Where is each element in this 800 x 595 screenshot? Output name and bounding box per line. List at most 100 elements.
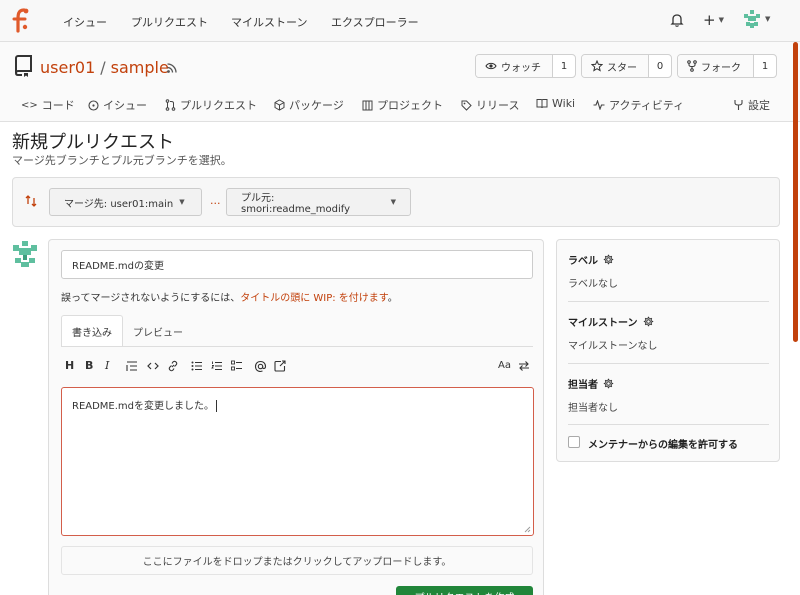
tab-issues[interactable]: イシュー	[88, 97, 147, 113]
pr-title-input[interactable]	[61, 250, 533, 279]
star-icon	[591, 60, 603, 72]
assignee-value: 担当者なし	[568, 403, 618, 414]
text-cursor	[216, 400, 218, 412]
nav-explore[interactable]: エクスプローラー	[331, 14, 419, 30]
gear-icon[interactable]	[603, 254, 614, 265]
watch-label: ウォッチ	[501, 62, 541, 74]
milestone-heading-text: マイルストーン	[568, 318, 638, 329]
quote-icon[interactable]	[126, 360, 138, 372]
wip-hint-link[interactable]: タイトルの頭に WIP: を付けます	[240, 293, 388, 304]
create-pr-button[interactable]: プルリクエストを作成	[396, 586, 533, 595]
tab-wiki-label: Wiki	[552, 97, 576, 110]
top-navbar: イシュー プルリクエスト マイルストーン エクスプローラー + ▼ ▼	[0, 0, 800, 42]
code-icon[interactable]	[147, 360, 159, 372]
labels-value: ラベルなし	[568, 279, 618, 290]
page-title: 新規プルリクエスト	[12, 132, 174, 153]
tab-activity-label: アクティビティ	[609, 99, 685, 112]
tab-preview[interactable]: プレビュー	[133, 324, 183, 339]
star-button-group[interactable]: スター 0	[581, 54, 672, 78]
cross-reference-icon[interactable]	[274, 360, 286, 372]
tab-pulls[interactable]: プルリクエスト	[165, 97, 257, 113]
nav-milestones[interactable]: マイルストーン	[231, 14, 307, 30]
rss-icon[interactable]	[166, 62, 178, 74]
tab-write[interactable]: 書き込み	[61, 315, 123, 347]
italic-icon[interactable]: I	[105, 359, 109, 372]
eye-icon	[485, 61, 497, 71]
wip-hint-prefix: 誤ってマージされないようにするには、	[61, 293, 241, 304]
pull-request-form: 誤ってマージされないようにするには、タイトルの頭に WIP: を付けます。 書き…	[48, 239, 544, 595]
fork-button-group[interactable]: フォーク 1	[677, 54, 777, 78]
project-icon	[362, 100, 373, 111]
file-dropzone[interactable]: ここにファイルをドロップまたはクリックしてアップロードします。	[61, 546, 533, 575]
tab-packages[interactable]: パッケージ	[274, 97, 344, 113]
tab-code[interactable]: <> コード	[21, 97, 75, 113]
fork-button[interactable]: フォーク	[678, 55, 754, 77]
head-branch-select[interactable]: プル元: smori:readme_modify ▼	[226, 188, 411, 216]
allow-edits-checkbox[interactable]	[568, 436, 580, 448]
gitea-logo[interactable]	[10, 7, 32, 33]
page-scrollbar[interactable]	[793, 42, 798, 342]
pr-body-textarea[interactable]: README.mdを変更しました。	[61, 387, 534, 536]
tab-releases[interactable]: リリース	[461, 97, 519, 113]
tab-releases-label: リリース	[476, 99, 520, 112]
repo-separator: /	[100, 58, 106, 77]
tab-code-label: コード	[41, 99, 75, 112]
pulse-icon	[593, 100, 605, 110]
tab-wiki[interactable]: Wiki	[536, 97, 575, 110]
branch-compare-bar: マージ先: user01:main ▼ ... プル元: smori:readm…	[12, 177, 780, 227]
issue-icon	[88, 99, 99, 111]
labels-heading[interactable]: ラベル	[568, 252, 614, 267]
avatar	[11, 240, 39, 268]
bold-icon[interactable]: B	[85, 359, 93, 372]
chevron-down-icon: ▼	[765, 15, 771, 23]
fork-count[interactable]: 1	[754, 55, 776, 77]
compare-arrows-icon[interactable]	[25, 194, 37, 208]
avatar-icon	[742, 9, 762, 29]
tasklist-icon[interactable]	[231, 360, 243, 372]
create-menu[interactable]: + ▼	[703, 11, 724, 29]
nav-issues[interactable]: イシュー	[63, 14, 107, 30]
markdown-toolbar: H B I Aa	[61, 358, 533, 378]
gear-icon[interactable]	[643, 316, 654, 327]
wip-hint-suffix: 。	[387, 293, 398, 304]
mention-icon[interactable]	[254, 360, 267, 373]
tab-projects[interactable]: プロジェクト	[362, 97, 443, 113]
repo-name-link[interactable]: sample	[111, 58, 169, 77]
link-icon[interactable]	[167, 360, 179, 372]
user-menu[interactable]: ▼	[742, 9, 770, 29]
tab-issues-label: イシュー	[103, 99, 147, 112]
unordered-list-icon[interactable]	[191, 360, 203, 372]
tab-divider	[61, 346, 533, 347]
star-count[interactable]: 0	[649, 55, 671, 77]
base-branch-select[interactable]: マージ先: user01:main ▼	[49, 188, 202, 216]
wip-hint: 誤ってマージされないようにするには、タイトルの頭に WIP: を付けます。	[61, 289, 398, 304]
gear-icon[interactable]	[603, 378, 614, 389]
allow-edits-label[interactable]: メンテナーからの編集を許可する	[588, 436, 738, 451]
head-branch-label: プル元: smori:readme_modify	[241, 193, 350, 215]
resize-handle-icon[interactable]	[524, 526, 531, 533]
watch-button[interactable]: ウォッチ	[476, 55, 553, 77]
book-icon	[536, 98, 548, 109]
watch-count[interactable]: 1	[553, 55, 575, 77]
monospace-toggle[interactable]: Aa	[498, 360, 511, 371]
star-button[interactable]: スター	[582, 55, 649, 77]
package-icon	[274, 99, 285, 111]
milestone-heading[interactable]: マイルストーン	[568, 314, 654, 329]
bell-icon[interactable]	[670, 12, 684, 28]
ordered-list-icon[interactable]	[211, 360, 223, 372]
tab-settings[interactable]: 設定	[733, 97, 770, 113]
chevron-down-icon: ▼	[718, 16, 724, 24]
assignee-heading[interactable]: 担当者	[568, 376, 614, 391]
repo-owner-link[interactable]: user01	[40, 58, 95, 77]
heading-icon[interactable]: H	[65, 359, 74, 372]
swap-editor-icon[interactable]	[518, 360, 530, 372]
pr-body-text: README.mdを変更しました。	[72, 401, 215, 412]
watch-button-group[interactable]: ウォッチ 1	[475, 54, 576, 78]
fork-label: フォーク	[701, 62, 741, 74]
tools-icon	[733, 99, 744, 111]
repo-title: user01 / sample	[40, 58, 169, 77]
repo-header: user01 / sample ウォッチ 1 スター 0 フォーク 1 <> コード…	[0, 42, 800, 122]
tab-packages-label: パッケージ	[289, 99, 344, 112]
nav-pulls[interactable]: プルリクエスト	[131, 14, 208, 30]
tab-activity[interactable]: アクティビティ	[593, 97, 684, 113]
